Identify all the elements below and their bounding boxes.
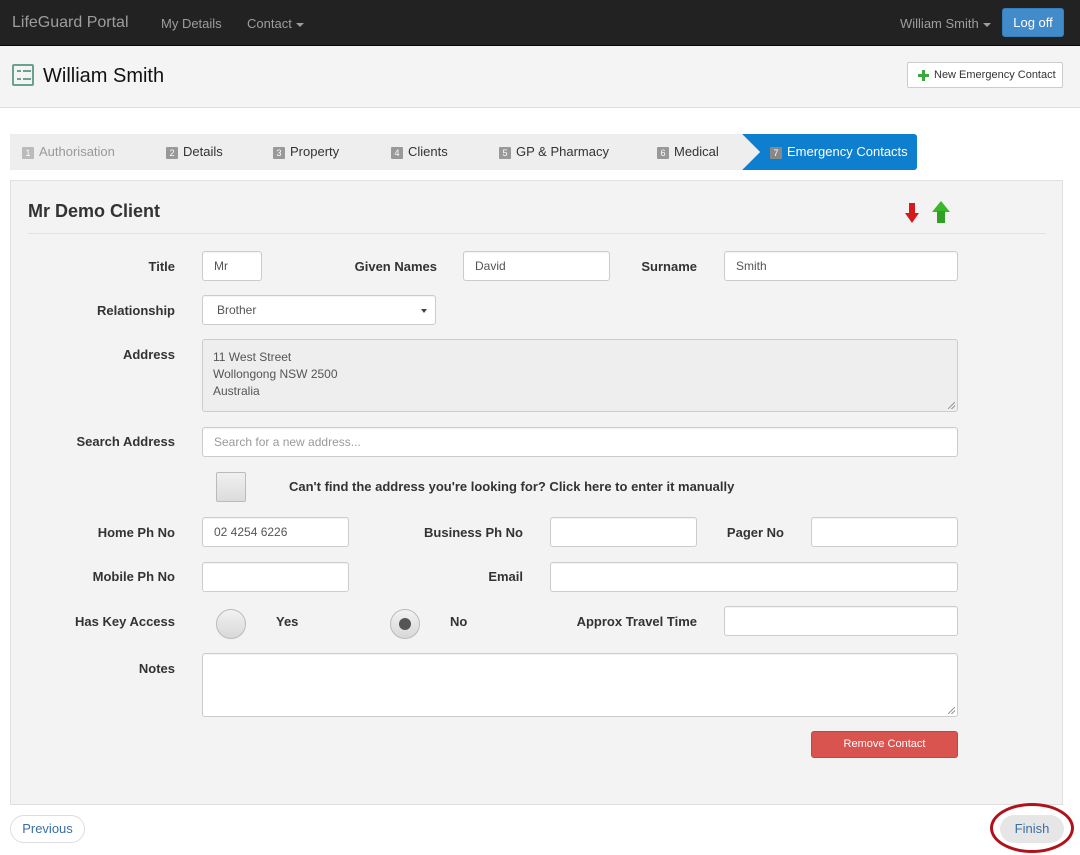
arrow-down-icon[interactable] [905, 203, 919, 223]
travel-time-label: Approx Travel Time [576, 614, 697, 629]
mobile-ph-input[interactable] [202, 562, 349, 592]
step-number-badge: 4 [391, 147, 403, 159]
step-label: Property [290, 144, 340, 159]
page-header: William Smith New Emergency Contact [0, 46, 1080, 108]
wizard-steps: 1 Authorisation 2 Details 3 Property 4 Clien… [10, 134, 920, 170]
home-ph-input[interactable]: 02 4254 6226 [202, 517, 349, 547]
address-textarea[interactable]: 11 West Street Wollongong NSW 2500 Austr… [202, 339, 958, 412]
new-emergency-contact-button[interactable]: New Emergency Contact [907, 62, 1063, 88]
step-number-badge: 7 [770, 147, 782, 159]
emergency-contact-panel: Mr Demo Client Title Mr Given Names Davi… [10, 180, 1063, 805]
step-number-badge: 6 [657, 147, 669, 159]
key-access-yes-radio[interactable] [216, 609, 246, 639]
step-label: GP & Pharmacy [516, 144, 609, 159]
address-line: Wollongong NSW 2500 [213, 367, 338, 381]
given-names-input[interactable]: David [463, 251, 610, 281]
email-label: Email [488, 569, 523, 584]
resize-grip-icon[interactable] [948, 402, 955, 409]
contact-heading: Mr Demo Client [28, 201, 161, 221]
notes-textarea[interactable] [202, 653, 958, 717]
step-label: Medical [674, 144, 719, 159]
step-label: Details [183, 144, 223, 159]
email-input[interactable] [550, 562, 958, 592]
business-ph-input[interactable] [550, 517, 697, 547]
surname-label: Surname [641, 259, 697, 274]
step-number-badge: 5 [499, 147, 511, 159]
previous-button[interactable]: Previous [10, 815, 85, 843]
relationship-label: Relationship [96, 303, 175, 318]
user-menu-dropdown[interactable]: William Smith [900, 16, 991, 31]
remove-contact-button[interactable]: Remove Contact [811, 731, 958, 758]
notes-label: Notes [138, 661, 175, 676]
step-gp-pharmacy[interactable]: 5 GP & Pharmacy [471, 134, 647, 170]
nav-contact-label: Contact [247, 16, 292, 31]
relationship-select[interactable]: Brother [202, 295, 436, 325]
step-label: Clients [408, 144, 448, 159]
plus-icon [918, 70, 929, 81]
pager-input[interactable] [811, 517, 958, 547]
search-address-label: Search Address [76, 434, 175, 449]
step-number-badge: 3 [273, 147, 285, 159]
manual-entry-label[interactable]: Can't find the address you're looking fo… [289, 479, 734, 494]
nav-my-details[interactable]: My Details [161, 16, 222, 31]
resize-grip-icon[interactable] [948, 707, 955, 714]
nav-contact-dropdown[interactable]: Contact [247, 16, 304, 31]
brand-link[interactable]: LifeGuard Portal [12, 14, 129, 32]
home-ph-label: Home Ph No [97, 525, 175, 540]
step-emergency-contacts[interactable]: 7 Emergency Contacts [742, 134, 917, 170]
key-access-label: Has Key Access [75, 614, 175, 629]
search-address-input[interactable]: Search for a new address... [202, 427, 958, 457]
manual-entry-checkbox[interactable] [216, 472, 246, 502]
caret-down-icon [982, 22, 991, 27]
mobile-ph-label: Mobile Ph No [92, 569, 175, 584]
step-authorisation[interactable]: 1 Authorisation [10, 134, 156, 170]
arrow-up-icon[interactable] [932, 201, 950, 223]
step-label: Authorisation [39, 144, 115, 159]
surname-input[interactable]: Smith [724, 251, 958, 281]
logoff-button[interactable]: Log off [1002, 8, 1064, 37]
step-number-badge: 2 [166, 147, 178, 159]
finish-button[interactable]: Finish [1000, 815, 1064, 843]
relationship-selected: Brother [217, 303, 257, 317]
travel-time-input[interactable] [724, 606, 958, 636]
key-access-no-radio[interactable] [390, 609, 420, 639]
page-title: William Smith [43, 65, 165, 87]
new-emergency-contact-label: New Emergency Contact [934, 69, 1056, 81]
title-label: Title [148, 259, 176, 274]
key-access-yes-label: Yes [276, 614, 299, 629]
key-access-no-label: No [450, 614, 468, 629]
step-label: Emergency Contacts [787, 144, 908, 159]
divider [28, 233, 1046, 234]
pager-label: Pager No [726, 525, 784, 540]
address-line: 11 West Street [213, 350, 292, 364]
caret-down-icon [295, 22, 304, 27]
user-menu-label: William Smith [900, 16, 979, 31]
address-line: Australia [213, 384, 260, 398]
top-navbar: LifeGuard Portal My Details Contact Will… [0, 0, 1080, 46]
title-input[interactable]: Mr [202, 251, 262, 281]
select-caret-icon [421, 309, 427, 313]
business-ph-label: Business Ph No [424, 525, 523, 540]
given-names-label: Given Names [354, 259, 437, 274]
address-label: Address [122, 347, 175, 362]
checklist-icon [12, 64, 34, 86]
step-number-badge: 1 [22, 147, 34, 159]
